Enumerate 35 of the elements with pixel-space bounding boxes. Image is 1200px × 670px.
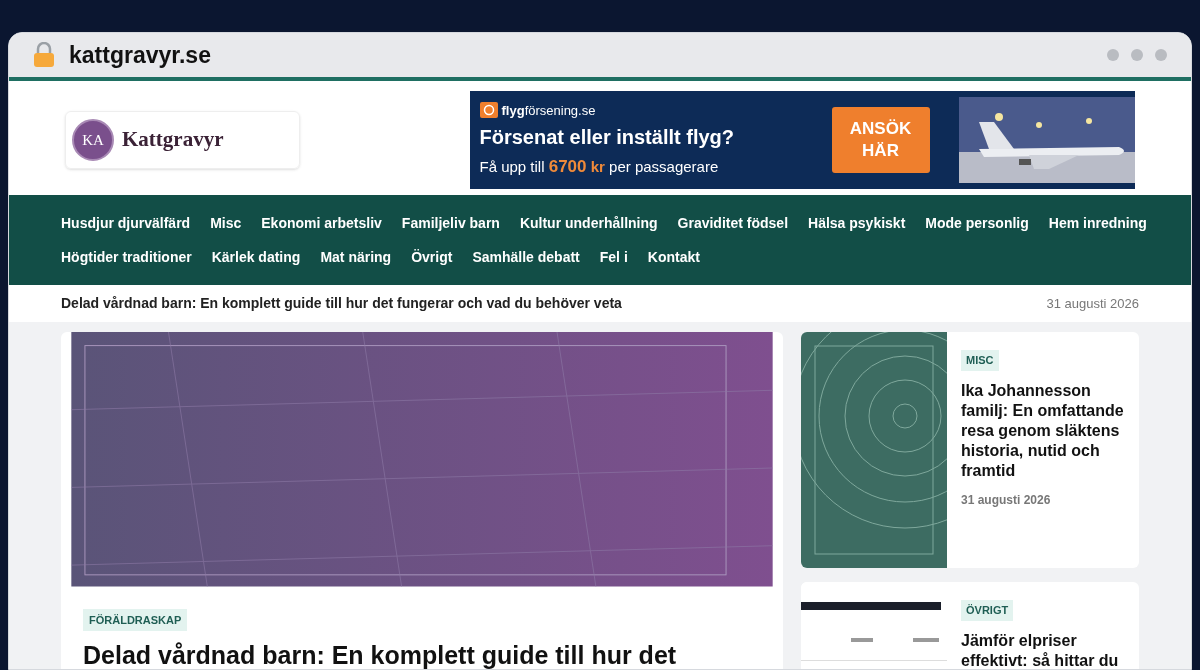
nav-link[interactable]: Husdjur djurvälfärd [61, 209, 191, 237]
nav-link[interactable]: Ekonomi arbetsliv [261, 209, 382, 237]
ticker-headline[interactable]: Delad vårdnad barn: En komplett guide till hur det fungerar och vad du behöver veta [61, 293, 622, 314]
article-title[interactable]: Delad vårdnad barn: En komplett guide till hur det [83, 641, 677, 669]
nav-link[interactable]: Högtider traditioner [61, 243, 192, 271]
article-date: 31 augusti 2026 [961, 491, 1051, 509]
nav-link[interactable]: Kontakt [647, 243, 700, 271]
clock-icon [479, 102, 498, 119]
category-tag[interactable]: MISC [961, 350, 999, 371]
logo[interactable]: KA Kattgravyr [65, 111, 300, 169]
nav-link[interactable]: Mode personlig [925, 209, 1029, 237]
nav-link[interactable]: Misc [210, 209, 242, 237]
lock-icon [33, 42, 55, 68]
logo-text: Kattgravyr [122, 126, 224, 154]
ticker-date: 31 augusti 2026 [1046, 294, 1139, 313]
nav-link[interactable]: Kärlek dating [211, 243, 301, 271]
nav-link[interactable]: Samhälle debatt [472, 243, 580, 271]
nav-link[interactable]: Kultur underhållning [519, 209, 658, 237]
ad-headline: Försenat eller inställt flyg? [479, 125, 735, 150]
nav-link[interactable]: Hälsa psykiskt [808, 209, 906, 237]
nav-link[interactable]: Fel i [599, 243, 628, 271]
ad-brand: flygförsening.se [501, 101, 596, 120]
category-tag[interactable]: FÖRÄLDRASKAP [83, 608, 188, 631]
address-text[interactable]: kattgravyr.se [69, 37, 211, 73]
article-title[interactable]: Ika Johannesson familj: En omfattande resa genom släktens historia, nutid och framtid [961, 380, 1125, 481]
logo-badge: KA [72, 119, 114, 161]
nav-link[interactable]: Hem inredning [1048, 209, 1147, 237]
nav-link[interactable]: Familjeliv barn [401, 209, 500, 237]
ad-subline: Få upp till 6700 kr per passagerare [479, 156, 720, 178]
category-tag[interactable]: ÖVRIGT [961, 600, 1014, 621]
ad-banner[interactable]: flygförsening.se Försenat eller inställt flyg? Få upp till 6700 kr per passagerare ANSÖK HÄR [469, 91, 1135, 189]
nav-link[interactable]: Mat näring [320, 243, 392, 271]
article-title[interactable]: Jämför elpriser effektivt: så hittar du [961, 630, 1125, 669]
nav-link[interactable]: Övrigt [411, 243, 453, 271]
nav-link[interactable]: Graviditet födsel [677, 209, 789, 237]
